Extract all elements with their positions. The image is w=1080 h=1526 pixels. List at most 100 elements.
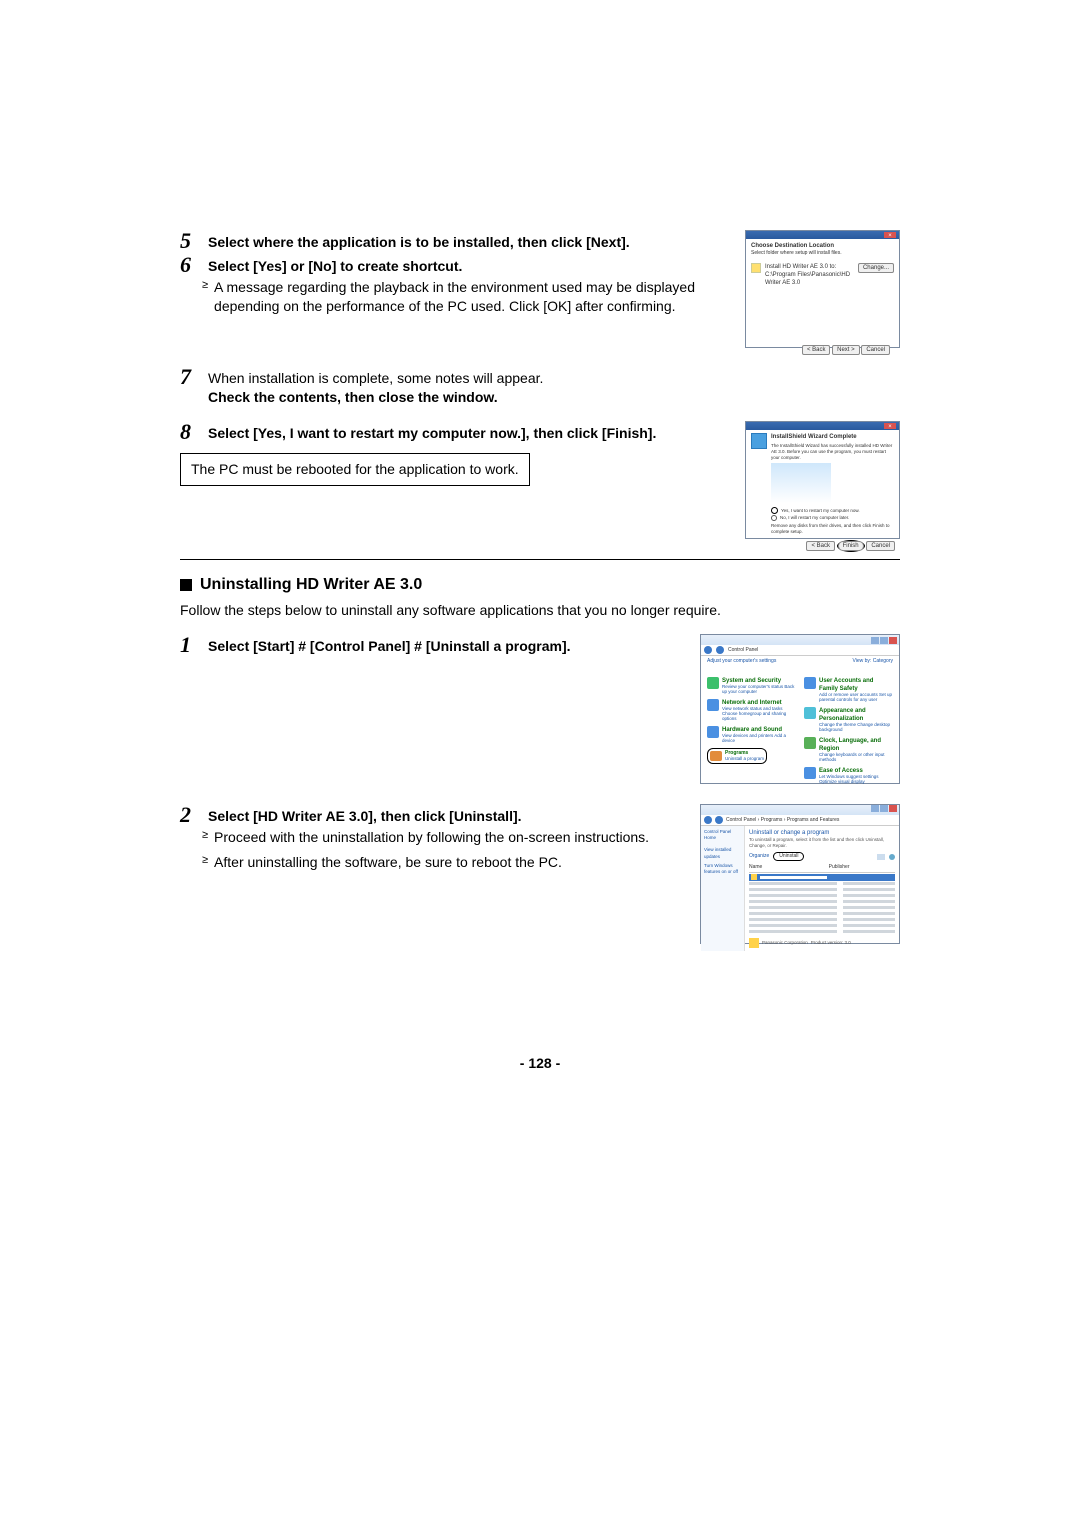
- step-text: Select [Start] # [Control Panel] # [Unin…: [208, 634, 684, 656]
- cp-item-hardware[interactable]: Hardware and SoundView devices and print…: [707, 726, 796, 744]
- maximize-icon[interactable]: [880, 637, 888, 644]
- uninstall-button-highlight[interactable]: Uninstall: [773, 852, 804, 861]
- step-num: 5: [180, 230, 198, 252]
- step-num: 2: [180, 804, 198, 826]
- bullet-dot-icon: [202, 278, 208, 316]
- step-text: Select where the application is to be in…: [208, 230, 729, 252]
- close-icon[interactable]: [889, 637, 897, 644]
- heading-text: Uninstalling HD Writer AE 3.0: [200, 574, 422, 596]
- globe-icon: [707, 699, 719, 711]
- minimize-icon[interactable]: [871, 805, 879, 812]
- arrow-icon: #: [298, 638, 306, 654]
- sidebar-link[interactable]: View installed updates: [704, 847, 741, 859]
- ease-icon: [804, 767, 816, 779]
- screenshot-finish-dialog: × InstallShield Wizard Complete The Inst…: [745, 421, 900, 539]
- back-button[interactable]: < Back: [806, 541, 835, 551]
- app-icon: [751, 874, 757, 880]
- nav-back-icon[interactable]: [704, 646, 712, 654]
- close-icon[interactable]: ×: [884, 232, 896, 238]
- dialog-heading: Choose Destination Location: [751, 242, 894, 250]
- radio-restart-later[interactable]: No, I will restart my computer later.: [771, 515, 894, 521]
- cp-item-system[interactable]: System and SecurityReview your computer'…: [707, 677, 796, 695]
- list-header: NamePublisher: [749, 863, 895, 873]
- step-text-plain: When installation is complete, some note…: [208, 370, 543, 386]
- view-icon[interactable]: [877, 854, 885, 860]
- maximize-icon[interactable]: [880, 805, 888, 812]
- list-row-selected[interactable]: [749, 874, 895, 881]
- list-row[interactable]: [749, 906, 895, 911]
- printer-icon: [707, 726, 719, 738]
- step-6: 6 Select [Yes] or [No] to create shortcu…: [180, 254, 729, 276]
- install-to-label: Install HD Writer AE 3.0 to:: [765, 263, 854, 271]
- radio-restart-now[interactable]: Yes, I want to restart my computer now.: [771, 507, 894, 514]
- nav-back-icon[interactable]: [704, 816, 712, 824]
- section-heading: Uninstalling HD Writer AE 3.0: [180, 574, 900, 596]
- cancel-button[interactable]: Cancel: [866, 541, 895, 551]
- change-button[interactable]: Change...: [858, 263, 894, 273]
- bullet-text: After uninstalling the software, be sure…: [214, 853, 684, 872]
- minimize-icon[interactable]: [871, 637, 879, 644]
- window-chrome: [701, 635, 899, 645]
- dialog-message: The InstallShield Wizard has successfull…: [771, 443, 894, 461]
- list-row[interactable]: [749, 930, 895, 935]
- cp-item-clock[interactable]: Clock, Language, and RegionChange keyboa…: [804, 737, 893, 763]
- step-num: 1: [180, 634, 198, 656]
- list-row[interactable]: [749, 882, 895, 887]
- finish-button[interactable]: Finish: [838, 541, 864, 551]
- back-button[interactable]: < Back: [802, 345, 831, 355]
- cancel-button[interactable]: Cancel: [861, 345, 890, 355]
- install-path: C:\Program Files\Panasonic\HD Writer AE …: [765, 271, 854, 287]
- dialog-footnote: Remove any disks from their drives, and …: [771, 523, 894, 535]
- program-icon: [751, 433, 767, 449]
- list-row[interactable]: [749, 894, 895, 899]
- step-num: 8: [180, 421, 198, 443]
- bullet-dot-icon: [202, 853, 208, 872]
- sidebar-link[interactable]: Turn Windows features on or off: [704, 863, 741, 875]
- radio-circle-highlight: [771, 507, 778, 514]
- arrow-icon: #: [414, 638, 422, 654]
- cp-item-users[interactable]: User Accounts and Family SafetyAdd or re…: [804, 677, 893, 703]
- step-text: Select [Yes] or [No] to create shortcut.: [208, 254, 729, 276]
- bullet-item: After uninstalling the software, be sure…: [202, 853, 684, 872]
- list-row[interactable]: [749, 924, 895, 929]
- step-5: 5 Select where the application is to be …: [180, 230, 729, 252]
- note-text: The PC must be rebooted for the applicat…: [191, 461, 519, 477]
- bullet-item: Proceed with the uninstallation by follo…: [202, 828, 684, 847]
- list-row[interactable]: [749, 912, 895, 917]
- sidebar-link[interactable]: Control Panel Home: [704, 829, 741, 841]
- breadcrumb: Control Panel: [701, 645, 899, 656]
- uninstall-step-2: 2 Select [HD Writer AE 3.0], then click …: [180, 804, 684, 826]
- toolbar: Organize Uninstall: [749, 852, 895, 861]
- cp-item-ease[interactable]: Ease of AccessLet Windows suggest settin…: [804, 767, 893, 785]
- shield-icon: [707, 677, 719, 689]
- nav-fwd-icon[interactable]: [715, 816, 723, 824]
- help-icon[interactable]: [889, 854, 895, 860]
- radio-icon: [771, 515, 777, 521]
- nav-fwd-icon[interactable]: [716, 646, 724, 654]
- dialog-subheading: Select folder where setup will install f…: [751, 250, 894, 257]
- cp-item-appearance[interactable]: Appearance and PersonalizationChange the…: [804, 707, 893, 733]
- page-number: - 128 -: [180, 1054, 900, 1073]
- organize-button[interactable]: Organize: [749, 853, 769, 860]
- section-intro: Follow the steps below to uninstall any …: [180, 601, 900, 620]
- bullet-item: A message regarding the playback in the …: [202, 278, 729, 316]
- app-icon: [749, 938, 759, 948]
- main-heading: Uninstall or change a program: [749, 829, 895, 837]
- cp-item-programs-highlight[interactable]: ProgramsUninstall a program: [707, 748, 767, 764]
- disk-icon: [751, 263, 761, 273]
- list-row[interactable]: [749, 918, 895, 923]
- cp-item-network[interactable]: Network and InternetView network status …: [707, 699, 796, 722]
- close-icon[interactable]: [889, 805, 897, 812]
- bullet-text: Proceed with the uninstallation by follo…: [214, 828, 684, 847]
- status-bar: Panasonic Corporation Product version: 3…: [749, 938, 895, 948]
- splash-image: [771, 463, 831, 503]
- uninstall-step-1: 1 Select [Start] # [Control Panel] # [Un…: [180, 634, 684, 656]
- box-icon: [710, 751, 722, 761]
- close-icon[interactable]: ×: [884, 423, 896, 429]
- section-divider: [180, 559, 900, 560]
- list-row[interactable]: [749, 888, 895, 893]
- dialog-heading: InstallShield Wizard Complete: [771, 433, 894, 441]
- list-row[interactable]: [749, 900, 895, 905]
- next-button[interactable]: Next >: [832, 345, 860, 355]
- step-7: 7 When installation is complete, some no…: [180, 366, 570, 407]
